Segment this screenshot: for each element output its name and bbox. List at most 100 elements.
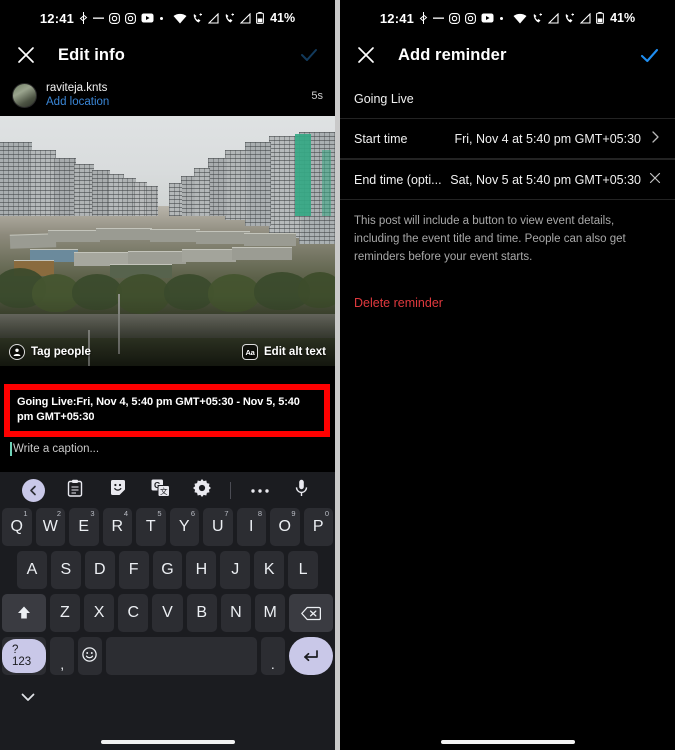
key-number-hint: 6 [190, 509, 195, 518]
youtube-icon [481, 13, 494, 23]
close-icon[interactable] [649, 172, 661, 187]
keyboard-row-3: ZXCVB N M [0, 594, 335, 632]
battery-icon [256, 12, 265, 24]
add-location-link[interactable]: Add location [46, 96, 109, 110]
key-label: P [312, 518, 324, 535]
key-number-hint: 0 [324, 509, 329, 518]
key-q[interactable]: 1Q [2, 508, 32, 546]
clipboard-icon [67, 479, 83, 502]
key-label: A [26, 561, 38, 578]
reminder-description: This post will include a button to view … [354, 215, 626, 263]
home-indicator [100, 740, 235, 744]
keyboard-back-button[interactable] [12, 478, 54, 502]
key-h[interactable]: H [186, 551, 217, 589]
post-photo[interactable]: Tag people Aa Edit alt text [0, 116, 335, 367]
key-number-hint: 8 [257, 509, 262, 518]
key-l[interactable]: L [288, 551, 319, 589]
key-o[interactable]: 9O [270, 508, 300, 546]
key-r[interactable]: 4R [102, 508, 132, 546]
chevron-right-icon[interactable] [649, 131, 661, 146]
going-live-text: Going Live:Fri, Nov 4, 5:40 pm GMT+05:30… [17, 396, 300, 423]
key-number-hint: 2 [56, 509, 61, 518]
key-e[interactable]: 3E [69, 508, 99, 546]
key-i[interactable]: 8I [236, 508, 266, 546]
signal-icon [240, 12, 251, 24]
key-label: G [161, 561, 174, 578]
key-d[interactable]: D [84, 551, 115, 589]
more-options-button[interactable] [238, 481, 280, 499]
backspace-key[interactable] [289, 594, 334, 632]
event-title-field[interactable]: Going Live [340, 78, 675, 118]
key-s[interactable]: S [50, 551, 81, 589]
symbols-key-label: ?123 [2, 639, 47, 673]
key-label: M [263, 604, 277, 621]
hide-keyboard-button[interactable] [0, 693, 56, 702]
caption-placeholder: Write a caption... [13, 443, 100, 455]
more-options-icon [250, 481, 270, 499]
caption-input-area[interactable]: Write a caption... [0, 437, 335, 472]
close-button[interactable] [14, 43, 38, 67]
sticker-button[interactable] [97, 479, 139, 502]
edit-alt-text-button[interactable]: Aa Edit alt text [242, 344, 326, 361]
period-key[interactable]: . [260, 637, 285, 675]
space-key[interactable] [105, 637, 257, 675]
end-time-row[interactable]: End time (opti... Sat, Nov 5 at 5:40 pm … [340, 159, 675, 200]
comma-key[interactable]: , [50, 637, 75, 675]
shift-key[interactable] [2, 594, 46, 632]
keyboard-settings-button[interactable] [181, 478, 223, 502]
key-j[interactable]: J [220, 551, 251, 589]
key-label: B [196, 604, 208, 621]
key-label: K [263, 561, 275, 578]
close-button[interactable] [354, 43, 378, 67]
key-label: O [278, 518, 291, 535]
status-bar-right: 12:41 41% [340, 0, 675, 32]
key-g[interactable]: G [152, 551, 183, 589]
call-icon [532, 12, 543, 24]
key-w[interactable]: 2W [35, 508, 65, 546]
key-t[interactable]: 5T [136, 508, 166, 546]
key-u[interactable]: 7U [203, 508, 233, 546]
tag-people-button[interactable]: Tag people [9, 344, 91, 361]
delete-reminder-button[interactable]: Delete reminder [340, 266, 675, 310]
key-y[interactable]: 6Y [169, 508, 199, 546]
key-c[interactable]: C [118, 594, 149, 632]
translate-button[interactable]: G文 [139, 479, 181, 502]
keyboard-bottom-bar [0, 680, 335, 714]
shift-arrow-icon [17, 606, 30, 619]
key-label: D [93, 561, 106, 578]
key-label: H [195, 561, 208, 578]
edit-alt-text-label: Edit alt text [264, 346, 326, 359]
key-f[interactable]: F [118, 551, 149, 589]
key-a[interactable]: A [17, 551, 47, 589]
call-icon [192, 12, 203, 24]
right-phone-panel: 12:41 41% Add reminder Going Live Start … [340, 0, 675, 750]
clipboard-button[interactable] [54, 479, 96, 502]
start-time-row[interactable]: Start time Fri, Nov 4 at 5:40 pm GMT+05:… [340, 118, 675, 159]
key-b[interactable]: B [186, 594, 217, 632]
key-label: N [230, 604, 242, 621]
key-n[interactable]: N [220, 594, 252, 632]
enter-key[interactable] [288, 637, 333, 675]
key-k[interactable]: K [254, 551, 285, 589]
key-z[interactable]: Z [49, 594, 80, 632]
voice-input-button[interactable] [281, 479, 323, 502]
key-x[interactable]: X [84, 594, 115, 632]
translate-icon: G文 [151, 479, 170, 502]
toolbar-divider [224, 481, 239, 499]
key-number-hint: 9 [291, 509, 296, 518]
call-icon [224, 12, 235, 24]
key-label: J [231, 561, 240, 578]
left-phone-panel: 12:41 41% Edit info raviteja.knts Add lo… [0, 0, 335, 750]
key-m[interactable]: M [255, 594, 286, 632]
avatar[interactable] [12, 83, 37, 109]
keyboard-row-2: ASDFG H J KL [0, 551, 335, 589]
confirm-check-button[interactable] [297, 43, 321, 67]
symbols-key[interactable]: ?123 [2, 637, 47, 675]
key-label: T [145, 518, 156, 535]
emoji-key[interactable] [78, 637, 102, 675]
key-p[interactable]: 0P [303, 508, 333, 546]
key-number-hint: 7 [224, 509, 229, 518]
confirm-check-button[interactable] [637, 43, 661, 67]
key-v[interactable]: V [152, 594, 183, 632]
enter-icon [304, 649, 319, 661]
